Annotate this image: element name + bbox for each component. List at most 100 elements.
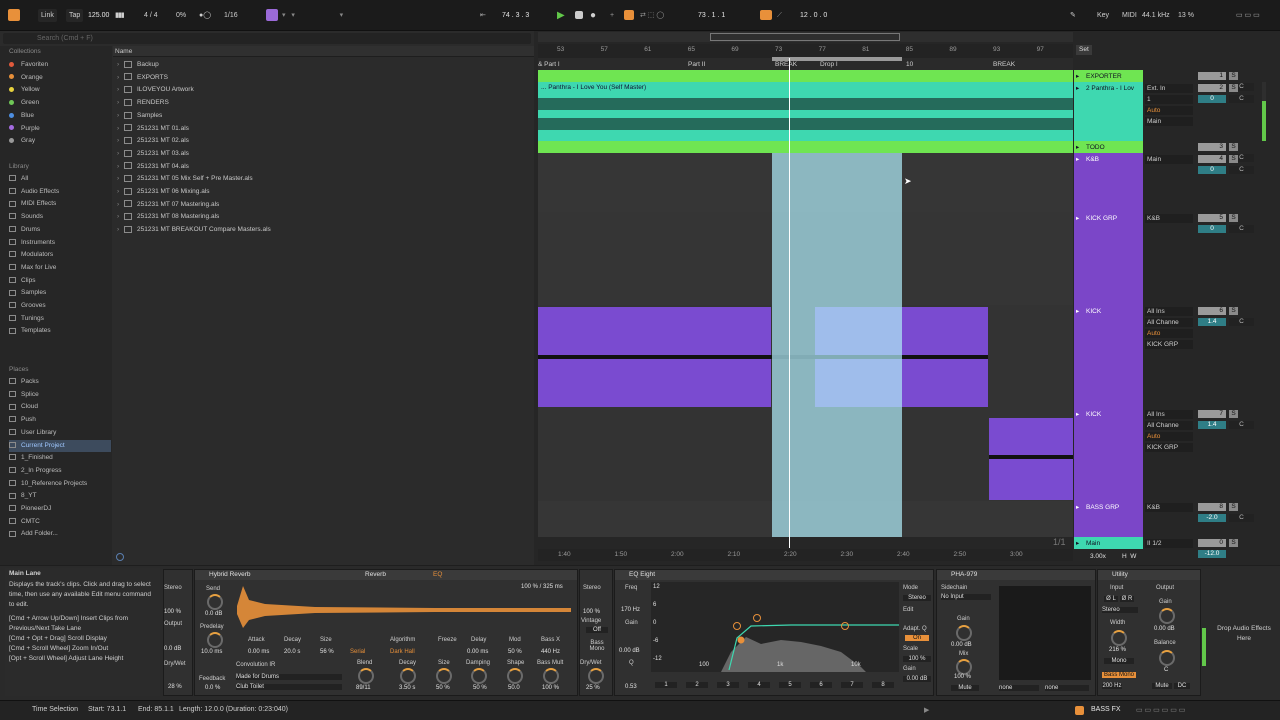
damping-knob[interactable] (471, 668, 487, 684)
places-item-1-finished[interactable]: 1_Finished (9, 452, 111, 464)
places-item-pioneerdj[interactable]: PioneerDJ (9, 503, 111, 515)
volume-field[interactable]: -12.0 (1198, 550, 1226, 558)
output-routing[interactable]: KICK GRP (1145, 340, 1193, 349)
track-fold-icon[interactable]: ▸ (1076, 538, 1079, 549)
draw-mode-icon[interactable]: ✎ (1070, 9, 1076, 22)
places-item-splice[interactable]: Splice (9, 389, 111, 401)
pha-mute[interactable]: Mute (951, 685, 979, 691)
file-row[interactable]: › 251231 MT 06 Mixing.als (117, 186, 210, 198)
bassmult-knob[interactable] (543, 668, 559, 684)
utility-gain-knob[interactable] (1159, 608, 1175, 624)
expand-arrow-icon[interactable]: › (117, 161, 124, 173)
algorithm-value[interactable]: Dark Hall (390, 649, 415, 655)
view-icons[interactable]: ▭ ▭ ▭ ▭ ▭ ▭ (1136, 706, 1185, 714)
file-row[interactable]: › 251231 MT BREAKOUT Compare Masters.als (117, 224, 271, 236)
library-item-clips[interactable]: Clips (9, 275, 111, 287)
file-row[interactable]: › 251231 MT 03.als (117, 148, 189, 160)
overview-window[interactable] (710, 33, 900, 41)
pan-field[interactable]: C (1229, 514, 1254, 522)
play-icon[interactable]: ▶ (557, 9, 565, 22)
serial-value[interactable]: Serial (350, 649, 365, 655)
preview-icon[interactable] (116, 553, 124, 561)
pha-select-2[interactable]: none (1045, 685, 1089, 691)
audio-clip[interactable]: ... Panthra - I Love You (Self Master) (538, 82, 1073, 141)
track-activator[interactable]: 5 (1198, 214, 1226, 222)
size2-knob[interactable] (436, 668, 452, 684)
width-knob[interactable] (1111, 630, 1127, 646)
todo-lane[interactable] (538, 141, 1073, 153)
tempo-field[interactable]: 125.00 (88, 9, 109, 22)
track-fold-icon[interactable]: ▸ (1076, 71, 1079, 82)
track-header[interactable]: ▸ BASS GRP (1074, 501, 1143, 537)
expand-arrow-icon[interactable]: › (117, 186, 124, 198)
volume-field[interactable]: 0 (1198, 95, 1226, 103)
file-row[interactable]: › EXPORTS (117, 72, 168, 84)
track-fold-icon[interactable]: ▸ (1076, 409, 1079, 420)
drop-effects-hint[interactable]: Drop Audio Effects Here (1214, 624, 1274, 644)
locator-1[interactable]: & Part I (538, 61, 560, 68)
track-fold-icon[interactable]: ▸ (1076, 502, 1079, 513)
eq-band-3[interactable]: 3 (717, 682, 739, 688)
places-item-cloud[interactable]: Cloud (9, 401, 111, 413)
solo-button[interactable]: S (1229, 143, 1238, 151)
volume-field[interactable]: 1.4 (1198, 421, 1226, 429)
expand-arrow-icon[interactable]: › (117, 199, 124, 211)
zoom-readout[interactable]: 3.00x (1090, 553, 1106, 560)
collection-yellow[interactable]: Yellow (9, 84, 111, 96)
library-item-all[interactable]: All (9, 173, 111, 185)
expand-arrow-icon[interactable]: › (117, 123, 124, 135)
track-activator[interactable]: 7 (1198, 410, 1226, 418)
tap-button[interactable]: Tap (66, 9, 84, 22)
pha-select-1[interactable]: none (999, 685, 1039, 691)
eq-band-2[interactable]: 2 (686, 682, 708, 688)
library-item-tunings[interactable]: Tunings (9, 313, 111, 325)
solo-button[interactable]: S (1229, 214, 1238, 222)
key-map-button[interactable]: Key (1097, 9, 1109, 22)
track-activator[interactable]: 6 (1198, 307, 1226, 315)
pan-field[interactable]: C (1229, 421, 1254, 429)
file-row[interactable]: › Backup (117, 59, 159, 71)
track-header[interactable]: ▸ TODO (1074, 141, 1143, 153)
groove-percent[interactable]: 0% (176, 9, 186, 22)
file-row[interactable]: › 251231 MT 02.als (117, 135, 189, 147)
solo-button[interactable]: S (1229, 503, 1238, 511)
output-routing[interactable]: KICK GRP (1145, 443, 1193, 452)
locator-2[interactable]: Part II (688, 61, 705, 68)
library-item-instruments[interactable]: Instruments (9, 237, 111, 249)
track-fold-icon[interactable]: ▸ (1076, 306, 1079, 317)
follow-icon[interactable] (266, 9, 278, 21)
live-logo-icon[interactable] (8, 9, 20, 21)
track-activator[interactable]: 4 (1198, 155, 1226, 163)
mix-knob[interactable] (956, 659, 972, 675)
locator-3[interactable]: BREAK (775, 61, 797, 68)
eq-band-8[interactable]: 8 (872, 682, 894, 688)
track-fold-icon[interactable]: ▸ (1076, 142, 1079, 153)
file-row[interactable]: › 251231 MT 04.als (117, 161, 189, 173)
volume-field[interactable]: 0 (1198, 225, 1226, 233)
expand-arrow-icon[interactable]: › (117, 211, 124, 223)
eq-display[interactable]: 12 6 0 -6 -12 100 1k 10k (651, 582, 899, 672)
midi-clip[interactable] (989, 418, 1073, 500)
eq-band-6[interactable]: 6 (810, 682, 832, 688)
input-type[interactable]: Main (1145, 155, 1193, 164)
expand-arrow-icon[interactable]: › (117, 72, 124, 84)
collection-green[interactable]: Green (9, 97, 111, 109)
set-button[interactable]: Set (1076, 45, 1092, 55)
solo-button[interactable]: S (1229, 84, 1238, 92)
file-row[interactable]: › RENDERS (117, 97, 169, 109)
solo-button[interactable]: S (1229, 539, 1238, 547)
eq-tab[interactable]: EQ (433, 570, 442, 580)
record-icon[interactable]: ● (590, 9, 596, 22)
ir-file[interactable]: Club Toilet (236, 684, 342, 690)
track-activator[interactable]: 8 (1198, 503, 1226, 511)
expand-arrow-icon[interactable]: › (117, 110, 124, 122)
locator-5[interactable]: 10 (906, 61, 913, 68)
vintage-value[interactable]: Off (586, 627, 608, 633)
metronome-icon[interactable]: ▮▮▮ (115, 9, 125, 22)
expand-arrow-icon[interactable]: › (117, 84, 124, 96)
exporter-lane[interactable] (538, 70, 1073, 82)
file-row[interactable]: › 251231 MT 07 Mastering.als (117, 199, 219, 211)
pan-field[interactable]: C (1229, 318, 1254, 326)
phase-r-button[interactable]: Ø R (1120, 596, 1134, 602)
mode-value[interactable]: Stereo (903, 595, 931, 601)
